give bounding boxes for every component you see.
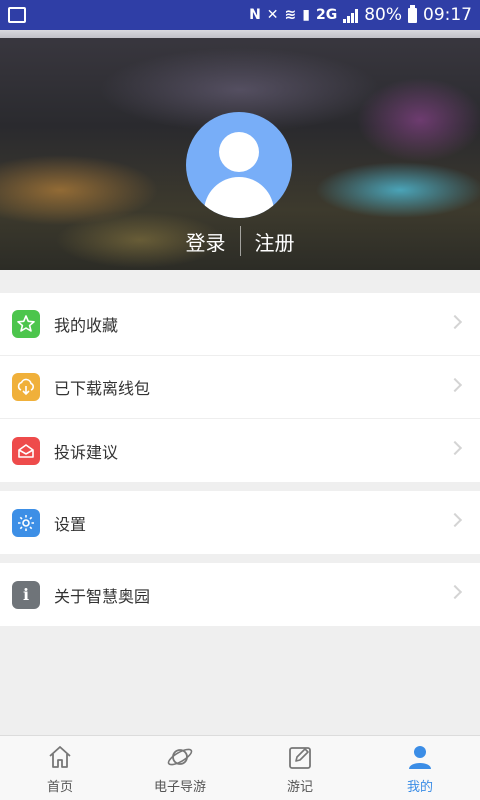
info-icon: i: [12, 580, 40, 609]
clock: 09:17: [423, 5, 472, 25]
gear-icon: [12, 508, 40, 537]
tab-label: 我的: [406, 780, 433, 795]
battery-percent: 80%: [364, 5, 402, 25]
auth-divider: [239, 226, 241, 256]
chevron-right-icon: [447, 440, 463, 456]
user-icon: [406, 742, 434, 772]
bottom-tab-bar: 首页 电子导游 游记 我的: [0, 735, 480, 800]
menu-item-label: 投诉建议: [54, 442, 119, 462]
menu-group-about: i 关于智慧奥园: [0, 563, 480, 626]
menu-item-label: 设置: [54, 514, 87, 534]
mute-icon: ✕: [266, 7, 279, 23]
register-link[interactable]: 注册: [255, 227, 295, 256]
wifi-icon: ≋: [284, 7, 297, 23]
cloud-download-icon: [12, 373, 40, 401]
menu-item-favorites[interactable]: 我的收藏: [0, 293, 480, 356]
edit-icon: [286, 742, 314, 772]
menu-group-settings: 设置: [0, 491, 480, 554]
planet-icon: [166, 742, 194, 772]
chevron-right-icon: [447, 314, 463, 330]
tab-e-guide[interactable]: 电子导游: [120, 736, 240, 800]
home-icon: [46, 742, 74, 772]
menu-item-label: 我的收藏: [54, 316, 119, 335]
menu-group-main: 我的收藏 已下载离线包 投诉建议: [0, 293, 480, 482]
battery-icon: [408, 4, 417, 23]
menu-item-label: 关于智慧奥园: [54, 586, 151, 606]
complaint-icon: [12, 436, 40, 465]
header-top-strip: [0, 30, 480, 38]
tab-label: 游记: [286, 780, 313, 795]
menu-item-complaints[interactable]: 投诉建议: [0, 419, 480, 482]
login-link[interactable]: 登录: [186, 227, 226, 256]
avatar[interactable]: [186, 112, 292, 218]
network-type: 2G: [315, 7, 338, 23]
tab-travel-notes[interactable]: 游记: [240, 736, 360, 800]
chevron-right-icon: [447, 377, 463, 393]
tab-home[interactable]: 首页: [0, 736, 120, 800]
status-bar: N ✕ ≋ ▮ 2G 80% 09:17: [0, 0, 480, 30]
chevron-right-icon: [447, 584, 463, 600]
star-icon: [12, 310, 40, 338]
gallery-notification-icon: [8, 7, 26, 23]
auth-links: 登录 注册: [0, 226, 480, 256]
nfc-icon: N: [249, 7, 261, 23]
signal-icon: [343, 7, 359, 23]
tab-mine[interactable]: 我的: [360, 736, 480, 800]
menu-item-label: 已下载离线包: [54, 379, 151, 398]
menu-item-settings[interactable]: 设置: [0, 491, 480, 554]
avatar-body: [204, 177, 274, 218]
tab-label: 首页: [46, 780, 73, 795]
avatar-head: [219, 132, 259, 172]
menu-item-about[interactable]: i 关于智慧奥园: [0, 563, 480, 626]
tab-label: 电子导游: [153, 780, 206, 795]
sim-icon: ▮: [302, 7, 310, 23]
chevron-right-icon: [447, 512, 463, 528]
menu-item-offline-packages[interactable]: 已下载离线包: [0, 356, 480, 419]
